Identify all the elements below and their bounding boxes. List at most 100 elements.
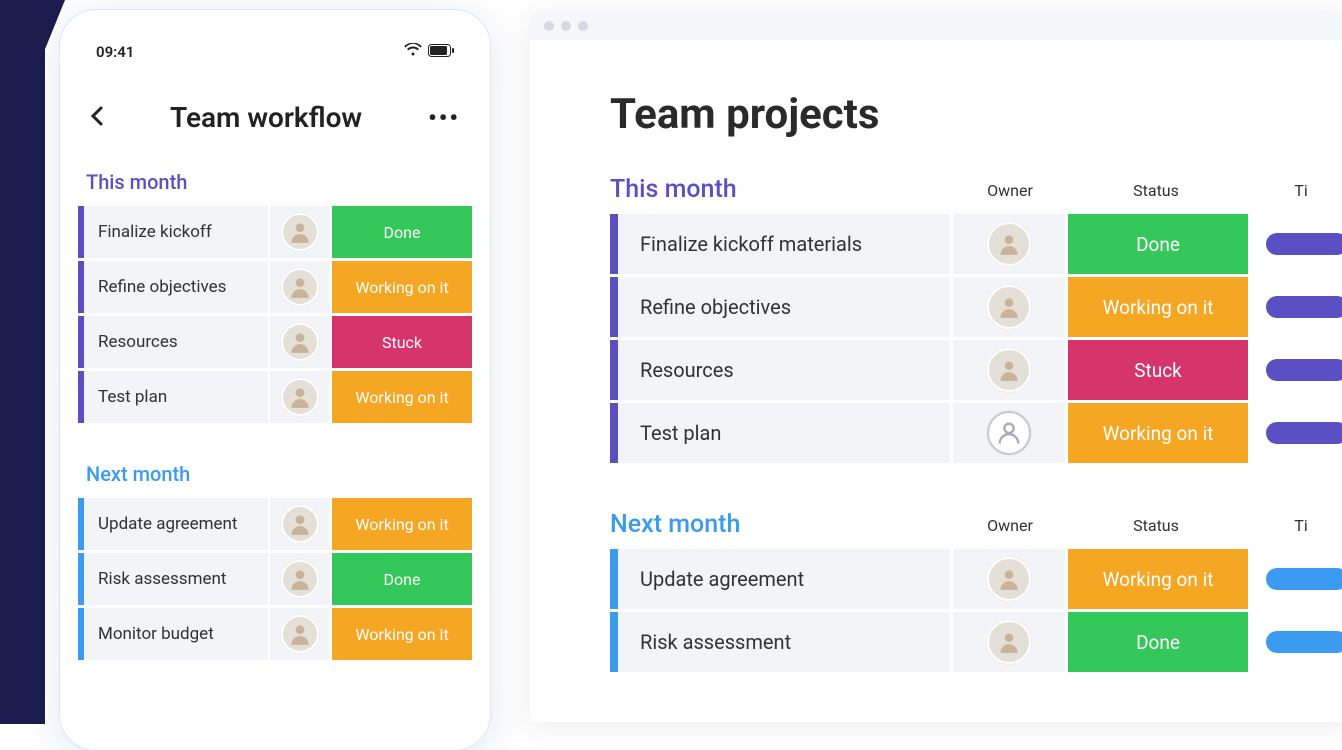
task-name[interactable]: Monitor budget [84, 608, 268, 660]
task-row[interactable]: Update agreement Working on it [610, 549, 1342, 609]
task-row[interactable]: Test plan Working on it [78, 371, 472, 423]
phone-header: Team workflow ••• [78, 89, 472, 162]
avatar[interactable] [987, 285, 1031, 329]
task-owner-cell[interactable] [953, 612, 1065, 672]
column-header-status[interactable]: Status [1066, 516, 1246, 539]
column-header-status[interactable]: Status [1066, 181, 1246, 204]
task-name[interactable]: Risk assessment [618, 612, 950, 672]
task-name[interactable]: Update agreement [84, 498, 268, 550]
task-owner-cell[interactable] [953, 340, 1065, 400]
group-title[interactable]: This month [610, 175, 737, 208]
timeline-pill[interactable] [1266, 359, 1342, 381]
task-owner-cell[interactable] [270, 371, 330, 423]
avatar[interactable] [281, 268, 319, 306]
task-owner-cell[interactable] [953, 277, 1065, 337]
task-row[interactable]: Update agreement Working on it [78, 498, 472, 550]
avatar[interactable] [987, 557, 1031, 601]
task-row[interactable]: Resources Stuck [78, 316, 472, 368]
avatar[interactable] [281, 378, 319, 416]
columns-header: Next monthOwnerStatusTi [610, 510, 1342, 539]
task-owner-cell[interactable] [270, 261, 330, 313]
window-dot [561, 21, 571, 31]
avatar[interactable] [281, 560, 319, 598]
column-header-time[interactable]: Ti [1246, 181, 1336, 204]
group-title[interactable]: This month [78, 162, 472, 206]
column-header-owner[interactable]: Owner [954, 516, 1066, 539]
task-name[interactable]: Finalize kickoff [84, 206, 268, 258]
task-owner-cell[interactable] [270, 553, 330, 605]
group-color-bar [610, 403, 618, 463]
status-badge[interactable]: Working on it [332, 371, 472, 423]
status-badge[interactable]: Done [1068, 612, 1248, 672]
task-name[interactable]: Refine objectives [84, 261, 268, 313]
group-title[interactable]: Next month [610, 510, 740, 543]
status-badge[interactable]: Working on it [332, 608, 472, 660]
avatar[interactable] [281, 615, 319, 653]
avatar[interactable] [987, 620, 1031, 664]
avatar[interactable] [281, 505, 319, 543]
back-icon[interactable] [90, 106, 104, 130]
task-name[interactable]: Refine objectives [618, 277, 950, 337]
task-name[interactable]: Update agreement [618, 549, 950, 609]
timeline-cell[interactable] [1266, 403, 1342, 463]
timeline-cell[interactable] [1266, 340, 1342, 400]
status-badge[interactable]: Stuck [332, 316, 472, 368]
task-name[interactable]: Test plan [84, 371, 268, 423]
task-row[interactable]: Refine objectives Working on it [610, 277, 1342, 337]
task-name[interactable]: Resources [618, 340, 950, 400]
battery-icon [428, 42, 454, 61]
status-badge[interactable]: Done [332, 553, 472, 605]
timeline-cell[interactable] [1266, 549, 1342, 609]
avatar[interactable] [281, 213, 319, 251]
task-name[interactable]: Finalize kickoff materials [618, 214, 950, 274]
task-row[interactable]: Risk assessment Done [610, 612, 1342, 672]
group-color-bar [610, 277, 618, 337]
status-badge[interactable]: Working on it [1068, 277, 1248, 337]
column-header-time[interactable]: Ti [1246, 516, 1336, 539]
task-owner-cell[interactable] [270, 498, 330, 550]
task-row[interactable]: Finalize kickoff Done [78, 206, 472, 258]
timeline-cell[interactable] [1266, 214, 1342, 274]
phone-title: Team workflow [170, 101, 362, 134]
task-row[interactable]: Resources Stuck [610, 340, 1342, 400]
phone-status-bar: 09:41 [78, 34, 472, 89]
avatar[interactable] [987, 222, 1031, 266]
task-owner-cell[interactable] [953, 403, 1065, 463]
status-badge[interactable]: Working on it [1068, 403, 1248, 463]
avatar[interactable] [987, 348, 1031, 392]
task-row[interactable]: Refine objectives Working on it [78, 261, 472, 313]
task-row[interactable]: Monitor budget Working on it [78, 608, 472, 660]
task-row[interactable]: Finalize kickoff materials Done [610, 214, 1342, 274]
task-name[interactable]: Test plan [618, 403, 950, 463]
status-badge[interactable]: Done [332, 206, 472, 258]
status-badge[interactable]: Stuck [1068, 340, 1248, 400]
status-badge[interactable]: Working on it [332, 261, 472, 313]
task-row[interactable]: Risk assessment Done [78, 553, 472, 605]
timeline-cell[interactable] [1266, 277, 1342, 337]
status-badge[interactable]: Working on it [1068, 549, 1248, 609]
status-badge[interactable]: Working on it [332, 498, 472, 550]
task-name[interactable]: Resources [84, 316, 268, 368]
task-owner-cell[interactable] [270, 316, 330, 368]
timeline-pill[interactable] [1266, 296, 1342, 318]
timeline-pill[interactable] [1266, 422, 1342, 444]
status-badge[interactable]: Done [1068, 214, 1248, 274]
task-owner-cell[interactable] [270, 608, 330, 660]
columns-header: This monthOwnerStatusTi [610, 175, 1342, 204]
group-title[interactable]: Next month [78, 454, 472, 498]
avatar-placeholder[interactable] [987, 411, 1031, 455]
timeline-pill[interactable] [1266, 233, 1342, 255]
task-owner-cell[interactable] [953, 214, 1065, 274]
task-name[interactable]: Risk assessment [84, 553, 268, 605]
timeline-pill[interactable] [1266, 631, 1342, 653]
avatar[interactable] [281, 323, 319, 361]
task-owner-cell[interactable] [953, 549, 1065, 609]
column-header-owner[interactable]: Owner [954, 181, 1066, 204]
more-icon[interactable]: ••• [428, 104, 460, 132]
timeline-cell[interactable] [1266, 612, 1342, 672]
task-row[interactable]: Test plan Working on it [610, 403, 1342, 463]
background-triangle [0, 0, 65, 160]
phone-mockup: 09:41 Team workflow ••• This monthFinali… [60, 10, 490, 750]
timeline-pill[interactable] [1266, 568, 1342, 590]
task-owner-cell[interactable] [270, 206, 330, 258]
